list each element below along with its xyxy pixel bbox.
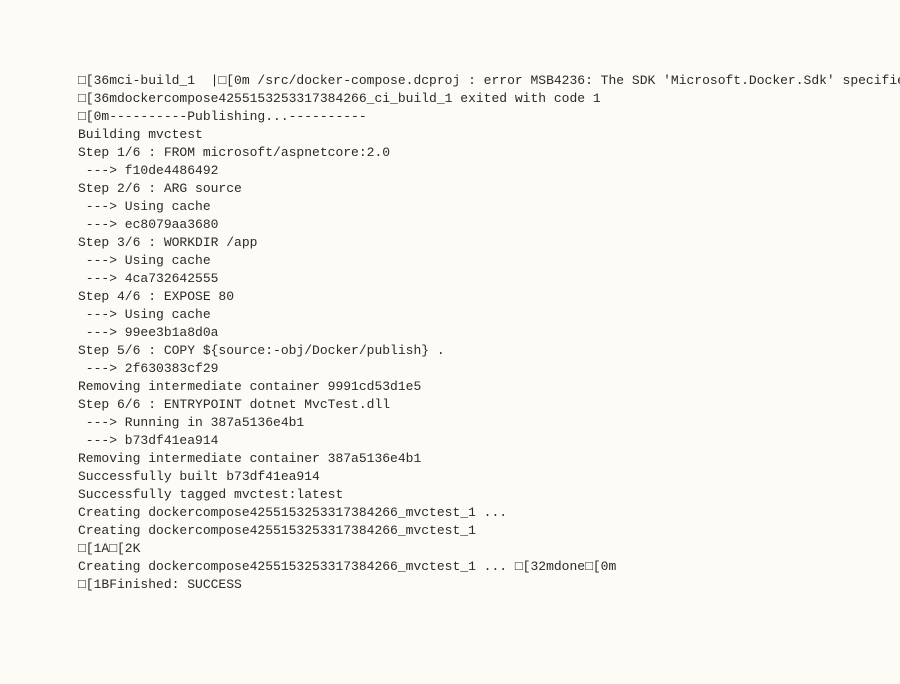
log-line: ---> 2f630383cf29	[78, 360, 900, 378]
log-line: ---> 99ee3b1a8d0a	[78, 324, 900, 342]
log-line: Step 3/6 : WORKDIR /app	[78, 234, 900, 252]
log-line: ---> Using cache	[78, 306, 900, 324]
log-line: Successfully built b73df41ea914	[78, 468, 900, 486]
log-line: □[1BFinished: SUCCESS	[78, 576, 900, 594]
terminal-output: □[36mci-build_1 |□[0m /src/docker-compos…	[78, 72, 900, 594]
log-line: Creating dockercompose425515325331738426…	[78, 522, 900, 540]
log-line: ---> 4ca732642555	[78, 270, 900, 288]
log-line: ---> Running in 387a5136e4b1	[78, 414, 900, 432]
log-line: Removing intermediate container 387a5136…	[78, 450, 900, 468]
log-line: ---> Using cache	[78, 252, 900, 270]
log-line: Step 6/6 : ENTRYPOINT dotnet MvcTest.dll	[78, 396, 900, 414]
log-line: Step 5/6 : COPY ${source:-obj/Docker/pub…	[78, 342, 900, 360]
log-line: ---> b73df41ea914	[78, 432, 900, 450]
log-line: ---> ec8079aa3680	[78, 216, 900, 234]
log-line: Creating dockercompose425515325331738426…	[78, 558, 900, 576]
log-line: Step 1/6 : FROM microsoft/aspnetcore:2.0	[78, 144, 900, 162]
log-line: ---> f10de4486492	[78, 162, 900, 180]
log-line: Building mvctest	[78, 126, 900, 144]
log-line: Successfully tagged mvctest:latest	[78, 486, 900, 504]
log-line: □[36mci-build_1 |□[0m /src/docker-compos…	[78, 72, 900, 90]
log-line: □[0m----------Publishing...----------	[78, 108, 900, 126]
log-line: Step 2/6 : ARG source	[78, 180, 900, 198]
log-line: □[1A□[2K	[78, 540, 900, 558]
log-line: □[36mdockercompose4255153253317384266_ci…	[78, 90, 900, 108]
log-line: Step 4/6 : EXPOSE 80	[78, 288, 900, 306]
log-line: Removing intermediate container 9991cd53…	[78, 378, 900, 396]
log-line: ---> Using cache	[78, 198, 900, 216]
log-line: Creating dockercompose425515325331738426…	[78, 504, 900, 522]
